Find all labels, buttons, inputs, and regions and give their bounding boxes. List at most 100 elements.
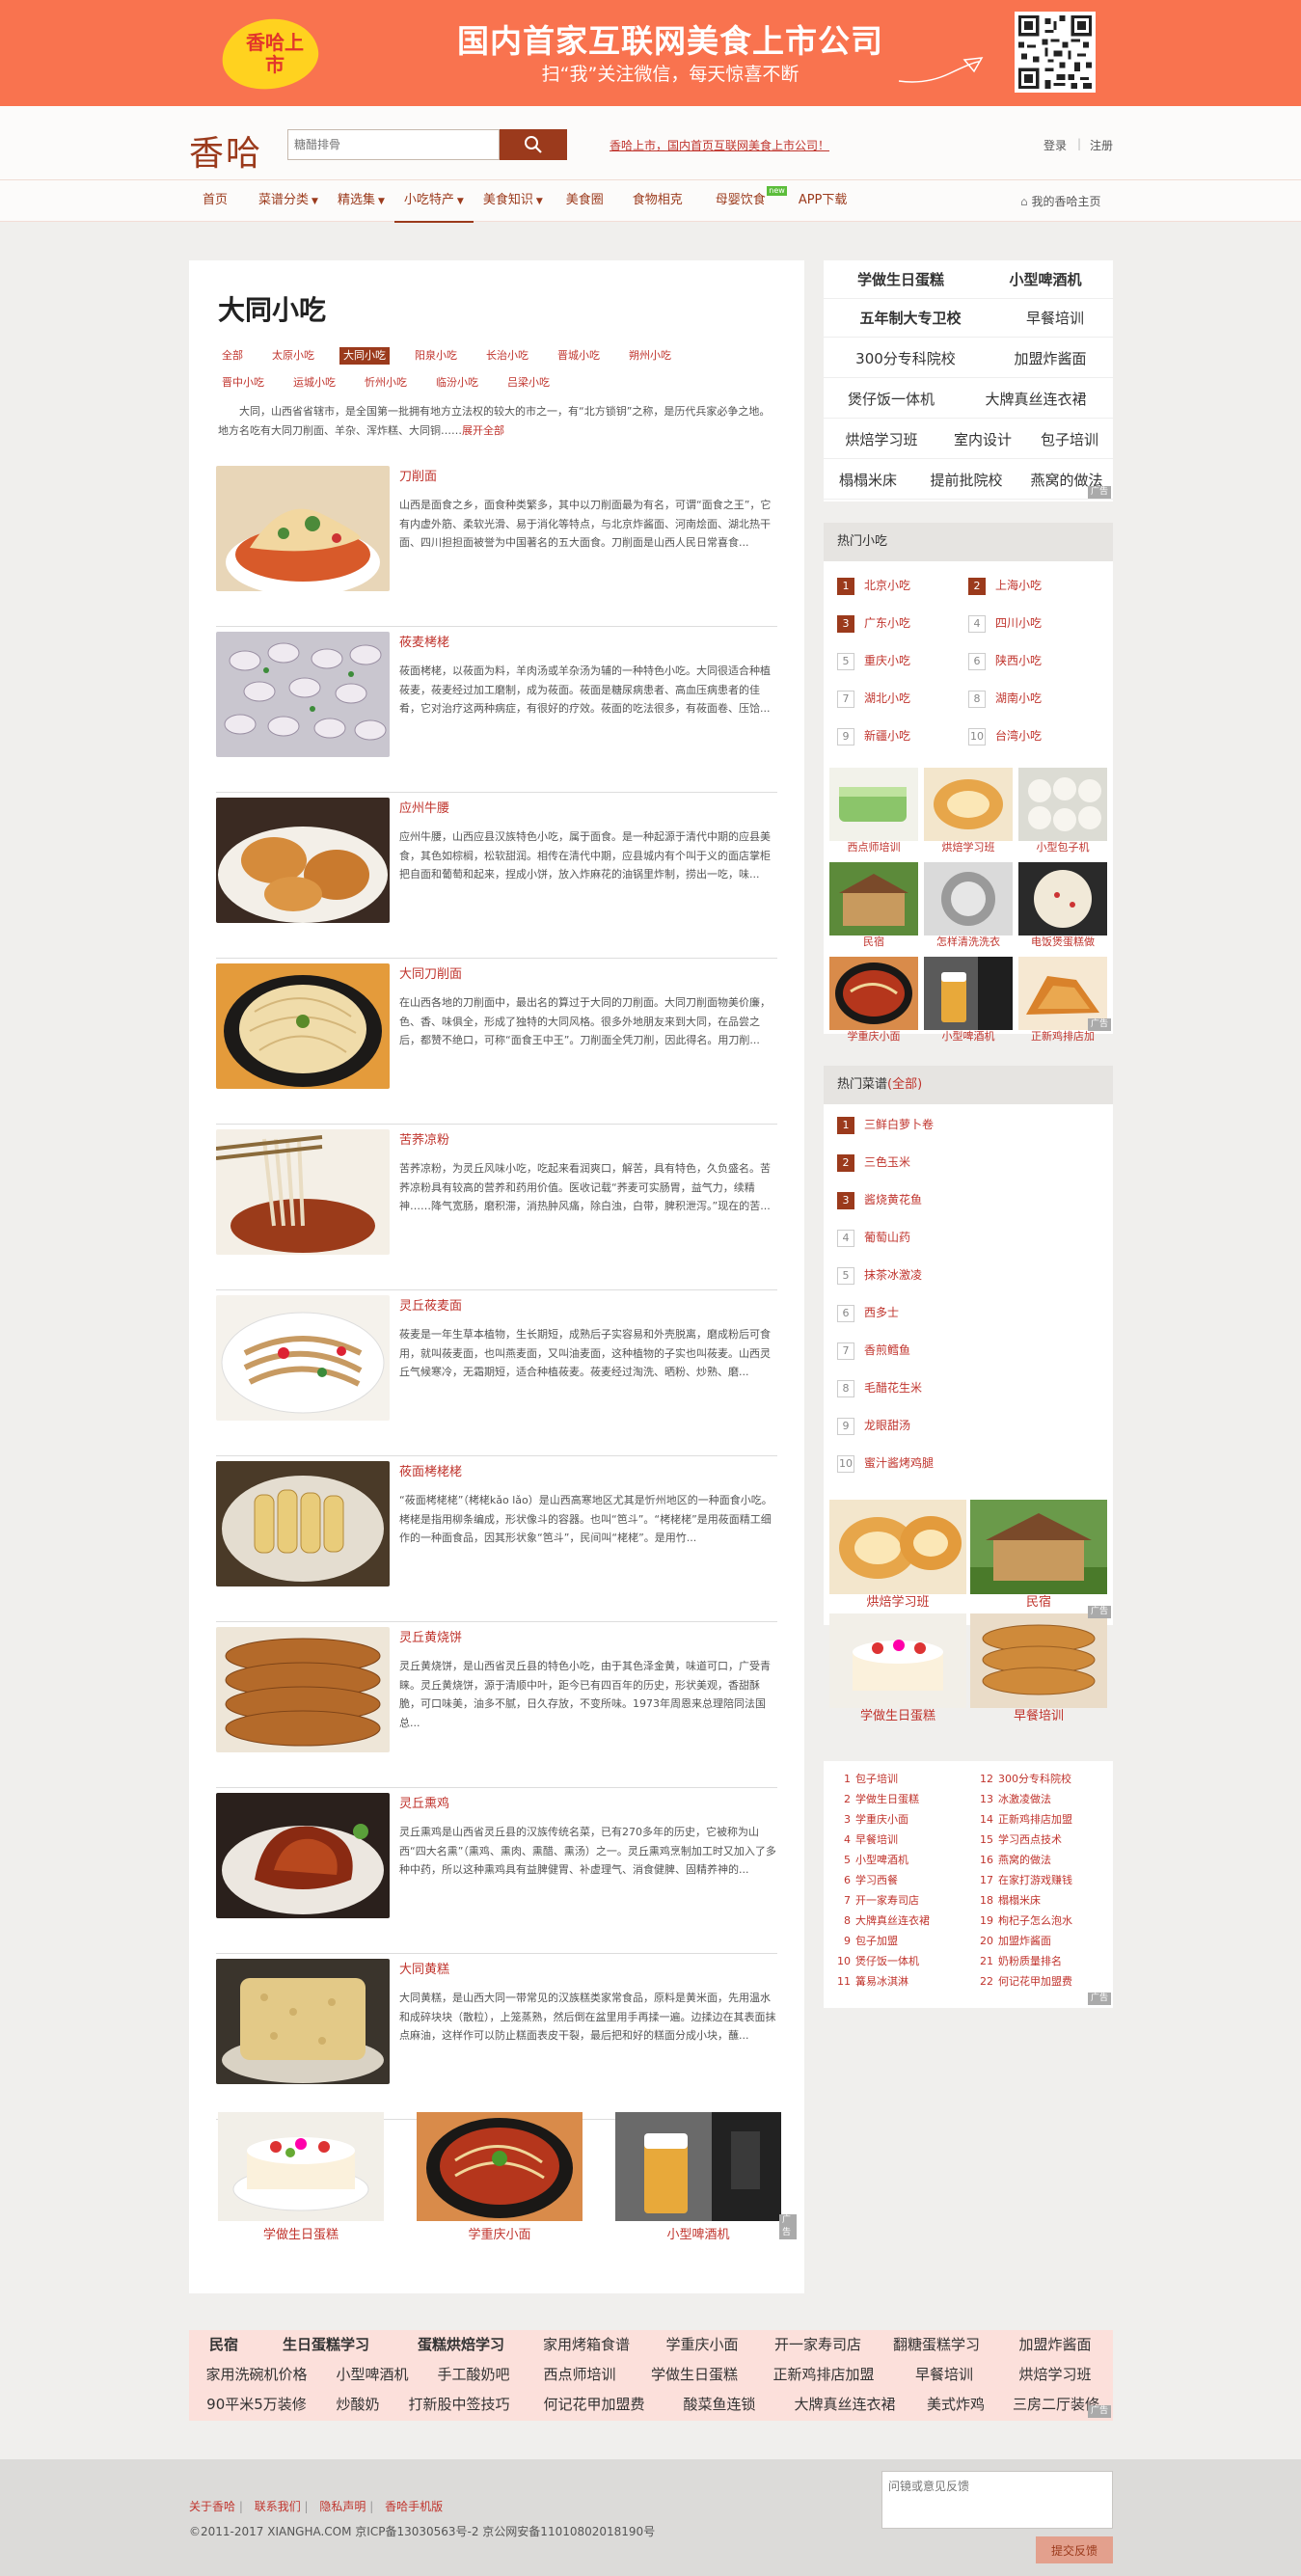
search-input[interactable] (287, 129, 500, 160)
region-filter[interactable]: 晋城小吃 (554, 347, 604, 365)
ad-card[interactable]: 学做生日蛋糕 (218, 2112, 384, 2242)
ad-thumb[interactable]: 怎样清洗洗衣 (924, 862, 1013, 949)
snack-photo[interactable] (216, 632, 390, 757)
my-home-link[interactable]: ⌂ 我的香哈主页 (1020, 193, 1100, 209)
hot-recipe-link[interactable]: 1 三鲜白萝卜卷 (837, 1116, 934, 1134)
hot-recipe-link[interactable]: 4 葡萄山药 (837, 1229, 910, 1247)
snack-title[interactable]: 莜面栲栳栳 (399, 1461, 462, 1479)
sidebar-tag[interactable]: 室内设计 (939, 420, 1026, 459)
bottom-tag[interactable]: 酸菜鱼连锁 (662, 2390, 777, 2420)
bottom-tag[interactable]: 烘焙学习班 (997, 2360, 1113, 2390)
sidebar-ad-link[interactable]: 9 包子加盟 (833, 1931, 898, 1951)
bottom-tag[interactable]: 早餐培训 (891, 2360, 997, 2390)
sidebar-ad-link[interactable]: 10 煲仔饭一体机 (833, 1951, 919, 1971)
hot-recipe-link[interactable]: 8 毛醋花生米 (837, 1379, 922, 1397)
snack-photo[interactable] (216, 1129, 390, 1255)
nav-item-food-circle[interactable]: 美食圈 (553, 180, 623, 223)
footer-link-contact[interactable]: 联系我们 (255, 2500, 301, 2513)
bottom-tag[interactable]: 加盟炸酱面 (997, 2330, 1113, 2360)
nav-item-food-conflicts[interactable]: 食物相克 (623, 180, 706, 223)
region-filter[interactable]: 太原小吃 (268, 347, 318, 365)
sidebar-tag[interactable]: 小型啤酒机 (978, 260, 1113, 299)
nav-item-baby-food[interactable]: 母婴饮食 new (706, 180, 789, 223)
sidebar-ad-link[interactable]: 5 小型啤酒机 (833, 1850, 908, 1870)
region-filter-selected[interactable]: 大同小吃 (339, 347, 390, 365)
ad-thumb[interactable]: 民宿 (829, 862, 918, 949)
snack-photo[interactable] (216, 1627, 390, 1752)
bottom-tag[interactable]: 生日蛋糕学习 (258, 2330, 393, 2360)
snack-title[interactable]: 灵丘熏鸡 (399, 1793, 449, 1811)
region-filter[interactable]: 晋中小吃 (218, 374, 268, 392)
region-filter[interactable]: 吕梁小吃 (503, 374, 554, 392)
bottom-tag[interactable]: 小型啤酒机 (324, 2360, 420, 2390)
hot-snack-link[interactable]: 10 台湾小吃 (968, 727, 1042, 746)
footer-link-about[interactable]: 关于香哈 (189, 2500, 235, 2513)
hot-snack-link[interactable]: 7 湖北小吃 (837, 690, 910, 708)
snack-photo[interactable] (216, 466, 390, 591)
sidebar-tag[interactable]: 早餐培训 (997, 299, 1113, 338)
hot-recipes-all-link[interactable]: (全部) (887, 1077, 922, 1092)
ad-thumb[interactable]: 小型啤酒机 (924, 957, 1013, 1044)
snack-photo[interactable] (216, 1793, 390, 1918)
sidebar-tag[interactable]: 300分专科院校 (824, 339, 988, 378)
sidebar-ad-link[interactable]: 3 学重庆小面 (833, 1809, 908, 1830)
bottom-tag[interactable]: 家用烤箱食谱 (529, 2330, 644, 2360)
sidebar-ad-link[interactable]: 6 学习西餐 (833, 1870, 898, 1890)
region-filter[interactable]: 阳泉小吃 (411, 347, 461, 365)
sidebar-ad-link[interactable]: 20 加盟炸酱面 (976, 1931, 1051, 1951)
sidebar-tag[interactable]: 包子培训 (1026, 420, 1113, 459)
submit-feedback-button[interactable]: 提交反馈 (1036, 2536, 1113, 2563)
bottom-tag[interactable]: 学重庆小面 (644, 2330, 760, 2360)
snack-photo[interactable] (216, 798, 390, 923)
site-logo[interactable]: 香哈 (189, 125, 262, 176)
hot-snack-link[interactable]: 6 陕西小吃 (968, 652, 1042, 670)
snack-title[interactable]: 应州牛腰 (399, 798, 449, 816)
sidebar-ad-link[interactable]: 15 学习西点技术 (976, 1830, 1062, 1850)
bottom-tag[interactable]: 打新股中签技巧 (392, 2390, 527, 2420)
region-filter[interactable]: 全部 (218, 347, 247, 365)
bottom-tag[interactable]: 学做生日蛋糕 (633, 2360, 756, 2390)
sidebar-tag[interactable]: 烘焙学习班 (824, 420, 939, 459)
hot-snack-link[interactable]: 5 重庆小吃 (837, 652, 910, 670)
region-filter[interactable]: 朔州小吃 (625, 347, 675, 365)
nav-item-collections[interactable]: 精选集 ▼ (328, 180, 394, 223)
sidebar-tag[interactable]: 学做生日蛋糕 (824, 260, 978, 299)
footer-link-mobile[interactable]: 香哈手机版 (385, 2500, 443, 2513)
bottom-tag[interactable]: 手工酸奶吧 (420, 2360, 527, 2390)
sidebar-ad-link[interactable]: 11 篝易冰淇淋 (833, 1971, 908, 1992)
hot-snack-link[interactable]: 4 四川小吃 (968, 614, 1042, 633)
hot-snack-link[interactable]: 9 新疆小吃 (837, 727, 910, 746)
hot-recipe-link[interactable]: 10 蜜汁酱烤鸡腿 (837, 1454, 934, 1473)
expand-all-link[interactable]: 展开全部 (462, 424, 504, 437)
snack-photo[interactable] (216, 1461, 390, 1586)
promo-link[interactable]: 香哈上市，国内首页互联网美食上市公司！ (610, 137, 829, 153)
sidebar-ad-link[interactable]: 16 燕窝的做法 (976, 1850, 1051, 1870)
sidebar-ad-link[interactable]: 7 开一家寿司店 (833, 1890, 919, 1911)
sidebar-ad-link[interactable]: 14 正新鸡排店加盟 (976, 1809, 1072, 1830)
bottom-tag[interactable]: 炒酸奶 (324, 2390, 392, 2420)
snack-title[interactable]: 苦荞凉粉 (399, 1129, 449, 1148)
bottom-tag[interactable]: 大牌真丝连衣裙 (777, 2390, 912, 2420)
bottom-tag[interactable]: 西点师培训 (527, 2360, 633, 2390)
sidebar-ad-link[interactable]: 22 何记花甲加盟费 (976, 1971, 1072, 1992)
snack-photo[interactable] (216, 963, 390, 1089)
ad-thumb[interactable]: 民宿 (970, 1500, 1107, 1612)
register-link[interactable]: 注册 (1090, 137, 1113, 153)
snack-title[interactable]: 灵丘莜麦面 (399, 1295, 462, 1314)
ad-card[interactable]: 学重庆小面 (417, 2112, 583, 2242)
bottom-tag[interactable]: 开一家寿司店 (760, 2330, 876, 2360)
top-banner[interactable]: 香哈上市 国内首家互联网美食上市公司 扫“我”关注微信，每天惊喜不断 (0, 0, 1301, 106)
sidebar-ad-link[interactable]: 1 包子培训 (833, 1769, 898, 1789)
nav-item-app-download[interactable]: APP下载 (789, 180, 857, 223)
sidebar-ad-link[interactable]: 13 冰激凌做法 (976, 1789, 1051, 1809)
hot-recipe-link[interactable]: 9 龙眼甜汤 (837, 1417, 910, 1435)
sidebar-ad-link[interactable]: 2 学做生日蛋糕 (833, 1789, 919, 1809)
search-button[interactable] (500, 129, 567, 160)
sidebar-tag[interactable]: 加盟炸酱面 (988, 339, 1113, 378)
nav-item-snacks[interactable]: 小吃特产 ▼ (393, 180, 474, 223)
sidebar-tag[interactable]: 榻榻米床 (824, 461, 912, 500)
feedback-input[interactable] (881, 2471, 1113, 2529)
bottom-tag[interactable]: 家用洗碗机价格 (189, 2360, 324, 2390)
sidebar-ad-link[interactable]: 21 奶粉质量排名 (976, 1951, 1062, 1971)
hot-recipe-link[interactable]: 3 酱烧黄花鱼 (837, 1191, 922, 1209)
